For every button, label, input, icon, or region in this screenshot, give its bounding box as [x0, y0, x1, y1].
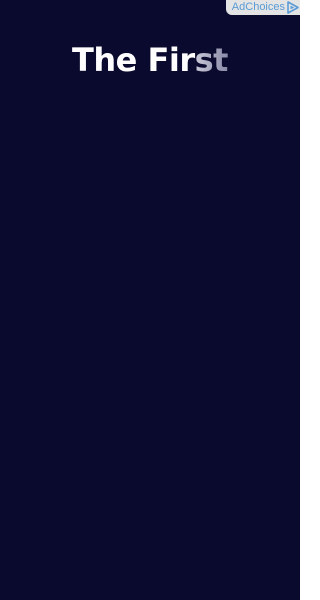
adchoices-badge[interactable]: AdChoices: [225, 0, 300, 15]
adchoices-triangle-icon[interactable]: [287, 1, 299, 14]
headline: The First: [0, 40, 300, 80]
headline-fading-text: st: [194, 41, 229, 79]
adchoices-label[interactable]: AdChoices: [232, 0, 285, 15]
ad-banner[interactable]: AdChoices The First: [0, 0, 300, 600]
headline-solid-text: The Fir: [72, 41, 195, 79]
